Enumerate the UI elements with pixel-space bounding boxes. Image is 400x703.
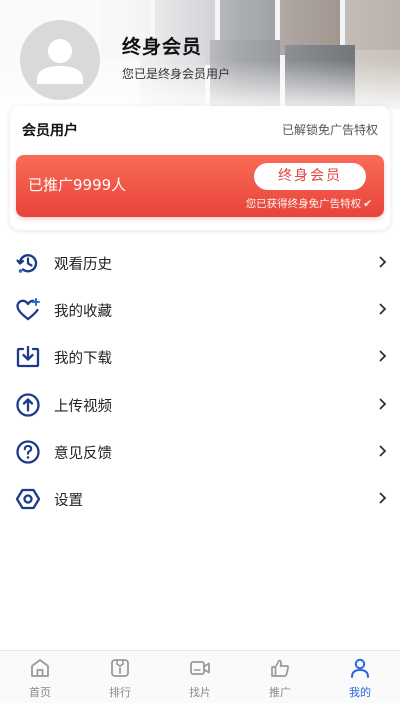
bottom-tab-bar: 首页 排行 找片 推广 我的 <box>0 650 400 703</box>
tab-mine[interactable]: 我的 <box>320 651 400 703</box>
tab-ranking[interactable]: 排行 <box>80 651 160 703</box>
profile-header: 终身会员 您已是终身会员用户 <box>0 0 400 110</box>
tab-label: 首页 <box>29 686 51 699</box>
menu-item-watch-history[interactable]: 观看历史 <box>0 240 400 286</box>
chevron-right-icon <box>379 303 387 315</box>
default-avatar-icon <box>37 39 83 84</box>
tab-label: 找片 <box>189 686 211 699</box>
user-name: 终身会员 <box>122 36 203 58</box>
menu-item-feedback[interactable]: 意见反馈 <box>0 429 400 475</box>
chevron-right-icon <box>379 256 387 268</box>
tab-label: 排行 <box>109 686 131 699</box>
menu-item-label: 设置 <box>54 493 83 509</box>
video-camera-icon <box>190 661 210 675</box>
question-icon <box>16 440 40 464</box>
menu-item-label: 上传视频 <box>54 399 112 415</box>
ranking-icon <box>111 659 129 677</box>
user-icon <box>351 658 369 678</box>
menu-item-favorites[interactable]: 我的收藏 <box>0 287 400 333</box>
thumbs-up-icon <box>271 659 289 677</box>
ad-free-note: 您已获得终身免广告特权 ✔ <box>246 196 372 211</box>
tab-home[interactable]: 首页 <box>0 651 80 703</box>
menu-item-upload-video[interactable]: 上传视频 <box>0 382 400 428</box>
settings-icon <box>15 488 41 510</box>
check-icon: ✔ <box>363 198 372 210</box>
menu-item-downloads[interactable]: 我的下载 <box>0 334 400 380</box>
menu-item-settings[interactable]: 设置 <box>0 476 400 522</box>
menu-item-label: 意见反馈 <box>54 446 112 462</box>
tab-promote[interactable]: 推广 <box>240 651 320 703</box>
member-card-title: 会员用户 <box>22 123 78 139</box>
member-card: 会员用户 已解锁免广告特权 已推广9999人 终身会员 您已获得终身免广告特权 ✔ <box>10 106 390 230</box>
upload-icon <box>16 393 40 417</box>
avatar[interactable] <box>20 20 100 100</box>
privilege-status-text: 已解锁免广告特权 <box>281 123 378 137</box>
home-icon <box>31 659 49 677</box>
lifetime-member-button[interactable]: 终身会员 <box>254 163 366 190</box>
chevron-right-icon <box>379 492 387 504</box>
menu-item-label: 我的下载 <box>54 351 112 367</box>
menu-item-label: 观看历史 <box>54 257 112 273</box>
tab-label: 我的 <box>349 686 371 699</box>
chevron-right-icon <box>379 398 387 410</box>
download-icon <box>16 345 40 368</box>
user-status-text: 您已是终身会员用户 <box>122 67 231 81</box>
history-icon <box>16 254 38 273</box>
tab-find-movies[interactable]: 找片 <box>160 651 240 703</box>
chevron-right-icon <box>379 445 387 457</box>
ad-free-note-text: 您已获得终身免广告特权 <box>245 198 362 210</box>
heart-star-icon <box>16 298 40 321</box>
chevron-right-icon <box>379 350 387 362</box>
tab-label: 推广 <box>269 686 291 699</box>
menu-item-label: 我的收藏 <box>54 304 112 320</box>
promotion-banner[interactable]: 已推广9999人 终身会员 您已获得终身免广告特权 ✔ <box>16 155 384 217</box>
promotion-count-text: 已推广9999人 <box>28 176 127 194</box>
